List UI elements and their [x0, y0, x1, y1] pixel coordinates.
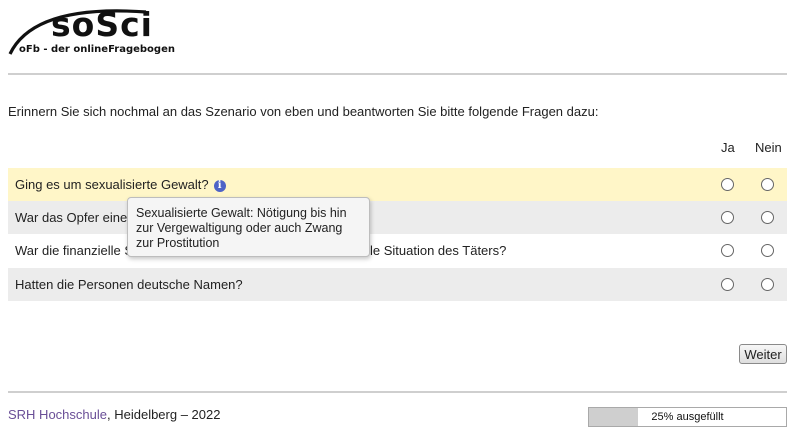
question-text: Ging es um sexualisierte Gewalt? [15, 177, 209, 192]
next-button[interactable]: Weiter [739, 344, 787, 364]
progress-label: 25% ausgefüllt [651, 411, 724, 423]
footer-divider [8, 391, 787, 393]
info-icon[interactable]: i [213, 180, 226, 192]
question-row-2: War das Opfer eine [8, 201, 787, 234]
tooltip-text: Sexualisierte Gewalt: Nötigung bis hin z… [136, 206, 347, 250]
radio-no[interactable] [761, 178, 774, 191]
logo-tagline: oFb - der onlineFragebogen [19, 44, 175, 55]
intro-text: Erinnern Sie sich nochmal an das Szenari… [8, 104, 599, 119]
radio-yes[interactable] [721, 178, 734, 191]
question-label: Hatten die Personen deutsche Namen? [15, 277, 243, 292]
column-header-no: Nein [755, 140, 782, 155]
radio-yes[interactable] [721, 244, 734, 257]
radio-no[interactable] [761, 244, 774, 257]
radio-no[interactable] [761, 278, 774, 291]
radio-yes[interactable] [721, 211, 734, 224]
footer-location-year: , Heidelberg – 2022 [107, 407, 221, 422]
info-tooltip: Sexualisierte Gewalt: Nötigung bis hin z… [127, 197, 370, 257]
question-row-4: Hatten die Personen deutsche Namen? [8, 268, 787, 301]
logo-wordmark: soSci [51, 5, 153, 44]
question-label: War das Opfer eine [15, 210, 128, 225]
footer-text: SRH Hochschule, Heidelberg – 2022 [8, 407, 220, 422]
question-row-3: War die finanzielle S le Situation des T… [8, 234, 787, 267]
column-header-yes: Ja [721, 140, 735, 155]
question-row-1: Ging es um sexualisierte Gewalt? i [8, 168, 787, 201]
question-label: War die finanzielle S [15, 243, 134, 258]
question-label-end: le Situation des Täters? [370, 243, 507, 258]
question-label: Ging es um sexualisierte Gewalt? i [15, 177, 226, 192]
radio-no[interactable] [761, 211, 774, 224]
sosci-logo: soSci oFb - der onlineFragebogen [6, 2, 176, 60]
header-divider [8, 73, 787, 75]
footer-organization-link[interactable]: SRH Hochschule [8, 407, 107, 422]
progress-bar: 25% ausgefüllt [588, 407, 787, 427]
radio-yes[interactable] [721, 278, 734, 291]
